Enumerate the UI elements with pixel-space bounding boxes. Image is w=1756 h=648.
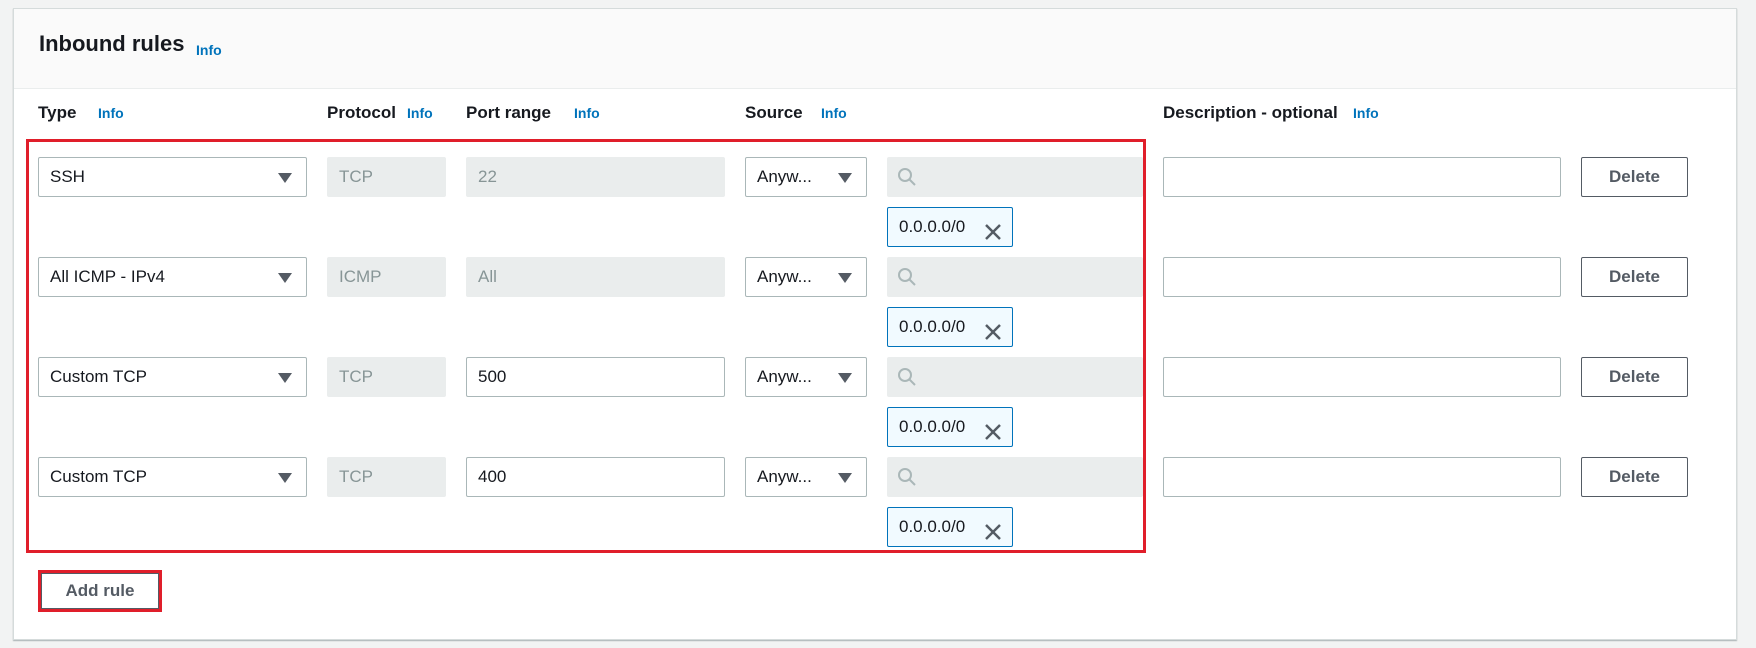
port-range-field[interactable]: 500 — [466, 357, 725, 397]
caret-down-icon — [838, 173, 852, 183]
remove-token-icon[interactable] — [983, 418, 1003, 456]
cidr-search-input[interactable] — [887, 357, 1143, 397]
protocol-info-link[interactable]: Info — [407, 105, 433, 121]
protocol-field: TCP — [327, 157, 446, 197]
add-rule-highlight: Add rule — [38, 570, 162, 612]
section-title: Inbound rules — [39, 31, 185, 56]
type-select[interactable]: Custom TCP — [38, 357, 307, 397]
col-header-type: Type — [38, 103, 77, 122]
col-header-description: Description - optional — [1163, 103, 1338, 122]
cidr-token: 0.0.0.0/0 — [887, 507, 1013, 547]
cidr-token-label: 0.0.0.0/0 — [899, 417, 966, 436]
description-input[interactable] — [1163, 157, 1561, 197]
type-info-link[interactable]: Info — [98, 105, 124, 121]
cidr-token: 0.0.0.0/0 — [887, 307, 1013, 347]
caret-down-icon — [278, 473, 292, 483]
source-select[interactable]: Anyw... — [745, 257, 867, 297]
col-header-port-range: Port range — [466, 103, 552, 122]
delete-rule-button[interactable]: Delete — [1581, 357, 1688, 397]
section-info-link[interactable]: Info — [196, 42, 222, 58]
source-select-value: Anyw... — [757, 367, 812, 386]
protocol-field: TCP — [327, 357, 446, 397]
cidr-token-label: 0.0.0.0/0 — [899, 517, 966, 536]
description-input[interactable] — [1163, 357, 1561, 397]
caret-down-icon — [278, 373, 292, 383]
type-select[interactable]: Custom TCP — [38, 457, 307, 497]
protocol-field: ICMP — [327, 257, 446, 297]
cidr-token-label: 0.0.0.0/0 — [899, 217, 966, 236]
remove-token-icon[interactable] — [983, 318, 1003, 356]
caret-down-icon — [838, 473, 852, 483]
type-select[interactable]: All ICMP - IPv4 — [38, 257, 307, 297]
source-select-value: Anyw... — [757, 467, 812, 486]
port-range-field[interactable]: 400 — [466, 457, 725, 497]
cidr-search-input[interactable] — [887, 157, 1143, 197]
type-select[interactable]: SSH — [38, 157, 307, 197]
type-select-value: Custom TCP — [50, 367, 147, 386]
port-range-field: 22 — [466, 157, 725, 197]
caret-down-icon — [838, 273, 852, 283]
cidr-token-label: 0.0.0.0/0 — [899, 317, 966, 336]
description-info-link[interactable]: Info — [1353, 105, 1379, 121]
port-range-field: All — [466, 257, 725, 297]
caret-down-icon — [278, 173, 292, 183]
source-select[interactable]: Anyw... — [745, 457, 867, 497]
add-rule-button[interactable]: Add rule — [41, 573, 159, 609]
delete-rule-button[interactable]: Delete — [1581, 157, 1688, 197]
description-input[interactable] — [1163, 457, 1561, 497]
caret-down-icon — [838, 373, 852, 383]
col-header-source: Source — [745, 103, 803, 122]
source-info-link[interactable]: Info — [821, 105, 847, 121]
caret-down-icon — [278, 273, 292, 283]
source-select-value: Anyw... — [757, 167, 812, 186]
source-select[interactable]: Anyw... — [745, 357, 867, 397]
source-select[interactable]: Anyw... — [745, 157, 867, 197]
remove-token-icon[interactable] — [983, 518, 1003, 556]
source-select-value: Anyw... — [757, 267, 812, 286]
delete-rule-button[interactable]: Delete — [1581, 457, 1688, 497]
remove-token-icon[interactable] — [983, 218, 1003, 256]
delete-rule-button[interactable]: Delete — [1581, 257, 1688, 297]
panel-header: Inbound rules Info — [14, 9, 1736, 89]
type-select-value: Custom TCP — [50, 467, 147, 486]
type-select-value: All ICMP - IPv4 — [50, 267, 165, 286]
type-select-value: SSH — [50, 167, 85, 186]
port-range-info-link[interactable]: Info — [574, 105, 600, 121]
cidr-token: 0.0.0.0/0 — [887, 407, 1013, 447]
cidr-search-input[interactable] — [887, 457, 1143, 497]
cidr-token: 0.0.0.0/0 — [887, 207, 1013, 247]
col-header-protocol: Protocol — [327, 103, 396, 122]
description-input[interactable] — [1163, 257, 1561, 297]
protocol-field: TCP — [327, 457, 446, 497]
cidr-search-input[interactable] — [887, 257, 1143, 297]
